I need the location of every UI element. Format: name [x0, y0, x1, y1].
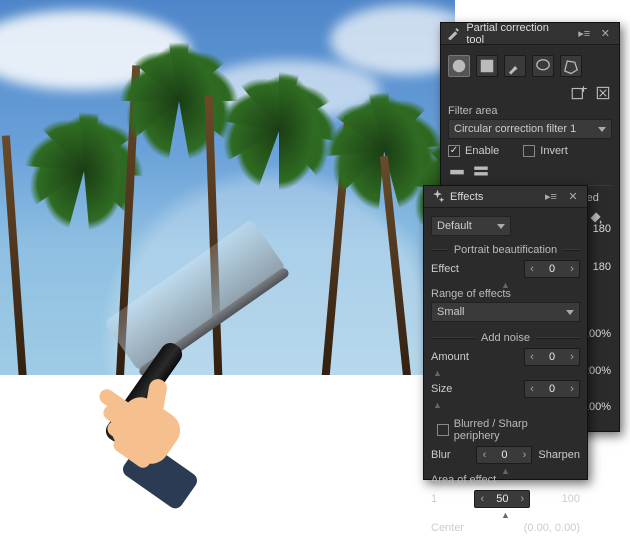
preset-value: Default — [437, 220, 472, 232]
chevron-down-icon — [598, 123, 606, 135]
decrement-icon[interactable]: ‹ — [525, 263, 539, 275]
increment-icon[interactable]: › — [565, 351, 579, 363]
preset-select[interactable]: Default — [431, 216, 511, 236]
slider-tick: ▲ — [431, 512, 580, 518]
effect-spinner[interactable]: ‹ 0 › — [524, 260, 580, 278]
delete-filter-icon[interactable] — [594, 85, 612, 101]
chevron-down-icon — [497, 220, 505, 232]
mask-icon-2[interactable] — [472, 163, 490, 179]
tool-circle[interactable] — [448, 55, 470, 77]
panel-title: Effects — [450, 191, 483, 203]
panel-menu-icon[interactable]: ▸≡ — [577, 27, 592, 40]
tool-lasso[interactable] — [532, 55, 554, 77]
panel-titlebar[interactable]: Effects ▸≡ ✕ — [424, 186, 587, 208]
chevron-down-icon — [566, 306, 574, 318]
filter-area-label: Filter area — [448, 105, 612, 117]
blur-label: Blur — [431, 449, 451, 461]
new-filter-icon[interactable] — [570, 85, 588, 101]
canvas-photo — [0, 0, 455, 375]
panel-close-icon[interactable]: ✕ — [598, 27, 613, 40]
slider-tick: ▲ — [433, 402, 580, 408]
area-max: 100 — [562, 493, 580, 505]
sharpen-label: Sharpen — [538, 449, 580, 461]
tool-brush[interactable] — [504, 55, 526, 77]
mask-icon-1[interactable] — [448, 163, 466, 179]
squeegee-illustration — [45, 325, 305, 495]
amount-label: Amount — [431, 351, 469, 363]
filter-area-value: Circular correction filter 1 — [454, 123, 576, 135]
effects-panel: Effects ▸≡ ✕ Default Portrait beautifica… — [423, 185, 588, 480]
center-value: (0.00, 0.00) — [524, 522, 580, 534]
invert-label: Invert — [540, 145, 568, 157]
invert-checkbox[interactable] — [523, 145, 535, 157]
panel-menu-icon[interactable]: ▸≡ — [543, 190, 559, 203]
size-label: Size — [431, 383, 452, 395]
noise-legend: Add noise — [481, 332, 530, 344]
enable-checkbox[interactable] — [448, 145, 460, 157]
tool-gradient[interactable] — [476, 55, 498, 77]
filter-area-select[interactable]: Circular correction filter 1 — [448, 119, 612, 139]
increment-icon[interactable]: › — [565, 383, 579, 395]
size-value: 0 — [539, 383, 565, 395]
side-val: 180 — [593, 261, 611, 273]
amount-value: 0 — [539, 351, 565, 363]
panel-close-icon[interactable]: ✕ — [565, 190, 581, 203]
decrement-icon[interactable]: ‹ — [475, 493, 489, 505]
amount-spinner[interactable]: ‹ 0 › — [524, 348, 580, 366]
decrement-icon[interactable]: ‹ — [525, 351, 539, 363]
blurred-checkbox[interactable] — [437, 424, 449, 436]
tool-polygon[interactable] — [560, 55, 582, 77]
center-label: Center — [431, 522, 464, 534]
increment-icon[interactable]: › — [515, 493, 529, 505]
size-spinner[interactable]: ‹ 0 › — [524, 380, 580, 398]
effect-value: 0 — [539, 263, 565, 275]
panel-titlebar[interactable]: Partial correction tool ▸≡ ✕ — [441, 23, 619, 45]
area-min: 1 — [431, 493, 443, 505]
panel-title: Partial correction tool — [466, 22, 564, 46]
enable-label: Enable — [465, 145, 499, 157]
blurred-legend: Blurred / Sharp periphery — [454, 418, 574, 442]
range-select[interactable]: Small — [431, 302, 580, 322]
increment-icon[interactable]: › — [517, 449, 531, 461]
mask-tool-row — [448, 55, 612, 77]
range-label: Range of effects — [431, 288, 580, 300]
blur-value: 0 — [491, 449, 517, 461]
decrement-icon[interactable]: ‹ — [525, 383, 539, 395]
decrement-icon[interactable]: ‹ — [477, 449, 491, 461]
sparkle-icon — [430, 190, 444, 204]
increment-icon[interactable]: › — [565, 263, 579, 275]
area-value: 50 — [489, 493, 515, 505]
side-val: 180 — [593, 223, 611, 235]
blur-spinner[interactable]: ‹ 0 › — [476, 446, 532, 464]
range-value: Small — [437, 306, 465, 318]
area-spinner[interactable]: ‹ 50 › — [474, 490, 530, 508]
wand-icon — [447, 27, 460, 41]
effect-label: Effect — [431, 263, 459, 275]
slider-tick: ▲ — [433, 370, 580, 376]
portrait-legend: Portrait beautification — [454, 244, 557, 256]
